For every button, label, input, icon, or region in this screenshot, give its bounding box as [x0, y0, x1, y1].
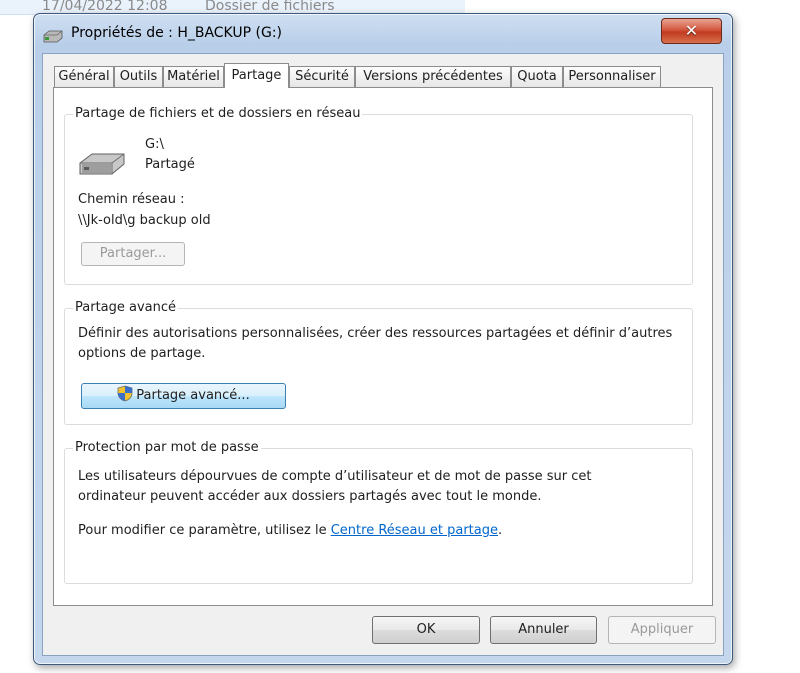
share-status: Partagé — [145, 157, 195, 172]
hard-drive-icon — [79, 153, 125, 175]
tab-versions-precedentes[interactable]: Versions précédentes — [355, 66, 511, 87]
advanced-sharing-group: Partage avancé Définir des autorisations… — [64, 300, 693, 425]
drive-name: G:\ — [145, 137, 164, 152]
cancel-button[interactable]: Annuler — [490, 616, 597, 644]
network-sharing-group: Partage de fichiers et de dossiers en ré… — [64, 106, 693, 285]
tab-quota[interactable]: Quota — [511, 66, 563, 87]
network-path-value: \\Jk-old\g backup old — [78, 213, 211, 228]
dialog-client-area: Général Outils Matériel Partage Sécurité… — [42, 53, 724, 656]
tab-personnaliser[interactable]: Personnaliser — [563, 66, 661, 87]
password-protection-text-2: ordinateur peuvent accéder aux dossiers … — [78, 489, 542, 504]
close-button[interactable]: ✕ — [661, 18, 722, 44]
tab-materiel[interactable]: Matériel — [163, 66, 224, 87]
background-date: 17/04/2022 12:08 — [42, 0, 168, 14]
advanced-sharing-title: Partage avancé — [73, 300, 179, 315]
properties-dialog: Propriétés de : H_BACKUP (G:) ✕ Général … — [33, 13, 733, 665]
advanced-sharing-description-2: options de partage. — [78, 346, 206, 361]
window-title: Propriétés de : H_BACKUP (G:) — [71, 25, 282, 41]
share-button[interactable]: Partager... — [81, 242, 185, 266]
apply-button[interactable]: Appliquer — [608, 616, 716, 644]
tab-general[interactable]: Général — [54, 66, 114, 87]
uac-shield-icon — [117, 385, 133, 402]
network-sharing-title: Partage de fichiers et de dossiers en ré… — [73, 106, 363, 121]
tab-securite[interactable]: Sécurité — [289, 66, 355, 87]
password-protection-text-1: Les utilisateurs dépourvues de compte d’… — [78, 469, 592, 484]
change-setting-suffix: . — [498, 523, 503, 538]
advanced-sharing-button[interactable]: Partage avancé... — [81, 383, 286, 409]
network-center-link[interactable]: Centre Réseau et partage — [331, 523, 498, 538]
password-protection-group: Protection par mot de passe Les utilisat… — [64, 440, 693, 584]
advanced-sharing-description-1: Définir des autorisations personnalisées… — [78, 326, 673, 341]
password-protection-change-text: Pour modifier ce paramètre, utilisez le … — [78, 523, 502, 538]
background-type: Dossier de fichiers — [205, 0, 335, 14]
tab-outils[interactable]: Outils — [114, 66, 163, 87]
advanced-sharing-button-label: Partage avancé... — [136, 388, 250, 403]
change-setting-prefix: Pour modifier ce paramètre, utilisez le — [78, 523, 331, 538]
drive-icon — [43, 30, 63, 43]
tab-partage[interactable]: Partage — [224, 63, 289, 88]
ok-button[interactable]: OK — [372, 616, 480, 644]
password-protection-title: Protection par mot de passe — [73, 440, 261, 455]
network-path-label: Chemin réseau : — [78, 192, 185, 207]
close-icon: ✕ — [684, 21, 699, 40]
sharing-tab-panel: Partage de fichiers et de dossiers en ré… — [53, 87, 713, 606]
